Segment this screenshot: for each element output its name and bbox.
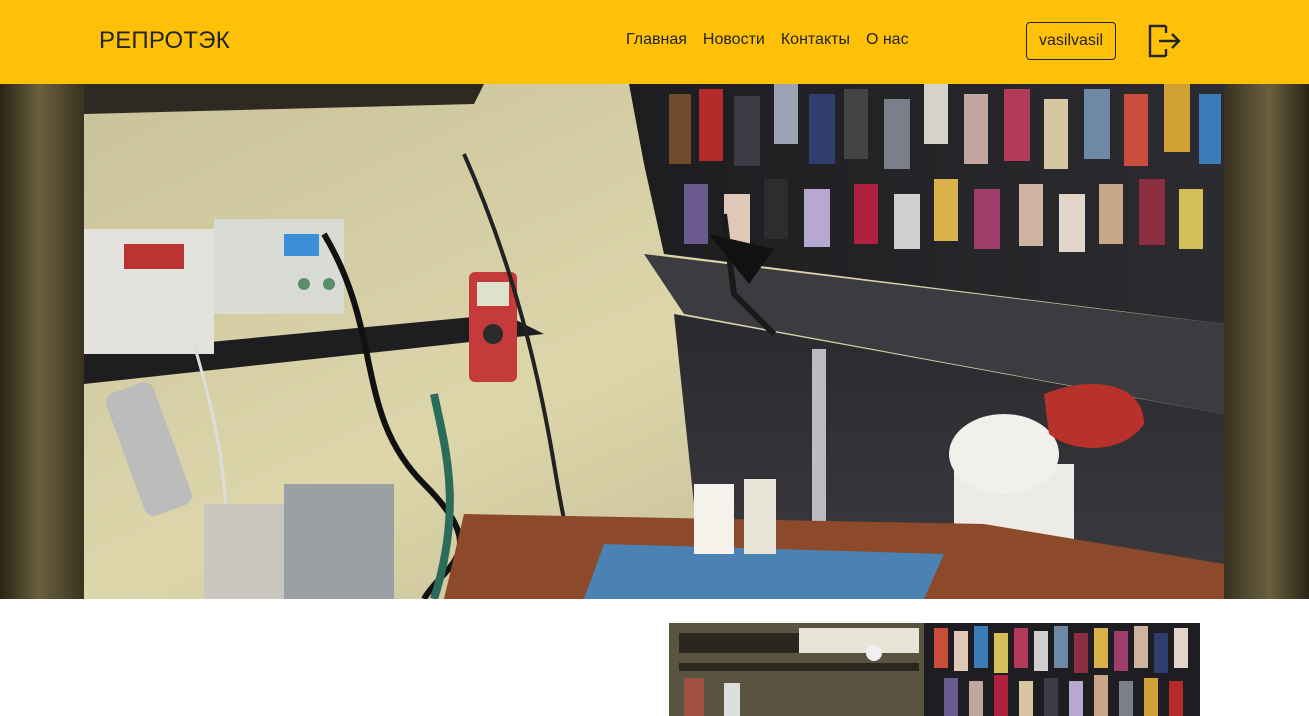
navbar: РЕПРОТЭК Главная Новости Контакты О нас … (0, 0, 1309, 84)
user-account-button[interactable]: vasilvasil (1026, 22, 1116, 60)
nav-link-home[interactable]: Главная (626, 31, 687, 49)
logout-button[interactable] (1146, 22, 1182, 60)
nav-link-contacts[interactable]: Контакты (781, 31, 850, 49)
brand-logo[interactable]: РЕПРОТЭК (99, 27, 230, 55)
workshop-photo (84, 84, 1224, 599)
nav-link-news[interactable]: Новости (703, 31, 765, 49)
nav-link-about[interactable]: О нас (866, 31, 909, 49)
nav-menu: Главная Новости Контакты О нас (626, 31, 909, 49)
logout-icon (1148, 24, 1181, 58)
shop-photo (669, 623, 1200, 716)
hero-carousel[interactable] (0, 84, 1309, 599)
